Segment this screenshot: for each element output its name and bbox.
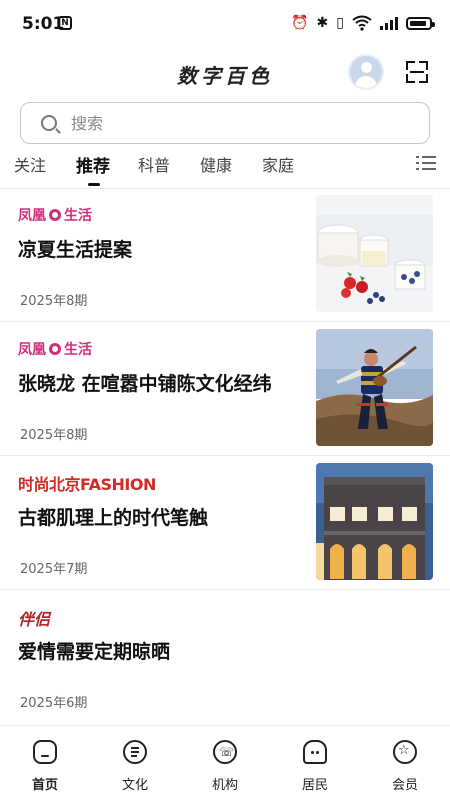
nav-label: 机构 <box>211 778 238 793</box>
article-issue: 2025年6期 <box>20 696 88 711</box>
article-title: 张晓龙 在喧嚣中铺陈文化经纬 <box>18 373 272 395</box>
status-icons: ⏰ ✱ ▯ <box>291 14 435 32</box>
resident-icon <box>303 740 327 764</box>
search-bar[interactable] <box>20 102 430 144</box>
avatar[interactable] <box>348 54 384 90</box>
source-logo-banlv: 伴侣 <box>18 610 51 629</box>
nav-label: 首页 <box>31 778 58 793</box>
article-title: 凉夏生活提案 <box>18 239 133 261</box>
bottom-nav: 首页 文化 ☏ 机构 居民 ☆ 会员 <box>0 725 450 801</box>
article-title: 古都肌理上的时代笔触 <box>18 507 209 529</box>
article-item[interactable]: 凤凰 生活 凉夏生活提案 2025年8期 <box>0 188 450 322</box>
nav-home[interactable]: 首页 <box>0 726 90 801</box>
article-title: 爱情需要定期晾晒 <box>18 641 171 663</box>
nav-culture[interactable]: 文化 <box>90 726 180 801</box>
article-thumbnail <box>316 195 433 312</box>
alarm-icon: ⏰ <box>291 15 309 31</box>
article-item[interactable]: 时尚北京FASHION 古都肌理上的时代笔触 2025年7期 <box>0 456 450 590</box>
nav-label: 居民 <box>301 778 328 793</box>
article-item[interactable]: 凤凰 生活 张晓龙 在喧嚣中铺陈文化经纬 2025年8期 <box>0 322 450 456</box>
article-issue: 2025年7期 <box>20 562 88 577</box>
source-logo-fenghuang: 凤凰 生活 <box>18 342 92 358</box>
nfc-icon: N <box>58 16 72 30</box>
article-thumbnail <box>316 329 433 446</box>
culture-icon <box>123 740 147 764</box>
app-bar: 数字百色 <box>0 50 450 96</box>
nav-label: 会员 <box>391 778 418 793</box>
scan-icon[interactable] <box>405 60 429 84</box>
tab-family[interactable]: 家庭 <box>262 152 294 176</box>
wifi-icon <box>352 15 372 31</box>
category-tabs: 关注 推荐 科普 健康 家庭 <box>0 150 450 189</box>
nav-member[interactable]: ☆ 会员 <box>360 726 450 801</box>
source-logo-fenghuang: 凤凰 生活 <box>18 208 92 224</box>
article-item[interactable]: 伴侣 爱情需要定期晾晒 2025年6期 <box>0 590 450 726</box>
source-logo-shishang: 时尚北京FASHION <box>18 475 156 494</box>
nav-resident[interactable]: 居民 <box>270 726 360 801</box>
status-bar: 5:01 N ⏰ ✱ ▯ <box>0 0 450 50</box>
search-icon <box>41 115 57 131</box>
nav-label: 文化 <box>121 778 148 793</box>
article-thumbnail <box>316 463 433 580</box>
tab-health[interactable]: 健康 <box>200 152 232 176</box>
article-issue: 2025年8期 <box>20 428 88 443</box>
bluetooth-icon: ✱ <box>316 15 329 31</box>
vibrate-icon: ▯ <box>336 15 344 31</box>
tab-recommend[interactable]: 推荐 <box>76 152 110 177</box>
nav-institution[interactable]: ☏ 机构 <box>180 726 270 801</box>
tab-indicator <box>88 183 100 186</box>
home-icon <box>33 740 57 764</box>
tabs-menu-icon[interactable] <box>416 154 436 172</box>
member-icon: ☆ <box>393 740 417 764</box>
battery-icon <box>406 16 435 30</box>
search-input[interactable] <box>69 112 393 134</box>
signal-icon <box>380 16 398 30</box>
institution-icon: ☏ <box>213 740 237 764</box>
article-issue: 2025年8期 <box>20 294 88 309</box>
article-feed: 凤凰 生活 凉夏生活提案 2025年8期 凤凰 生活 张晓龙 在喧嚣中铺陈文化经… <box>0 188 450 726</box>
tab-follow[interactable]: 关注 <box>14 152 46 176</box>
tab-science[interactable]: 科普 <box>138 152 170 176</box>
